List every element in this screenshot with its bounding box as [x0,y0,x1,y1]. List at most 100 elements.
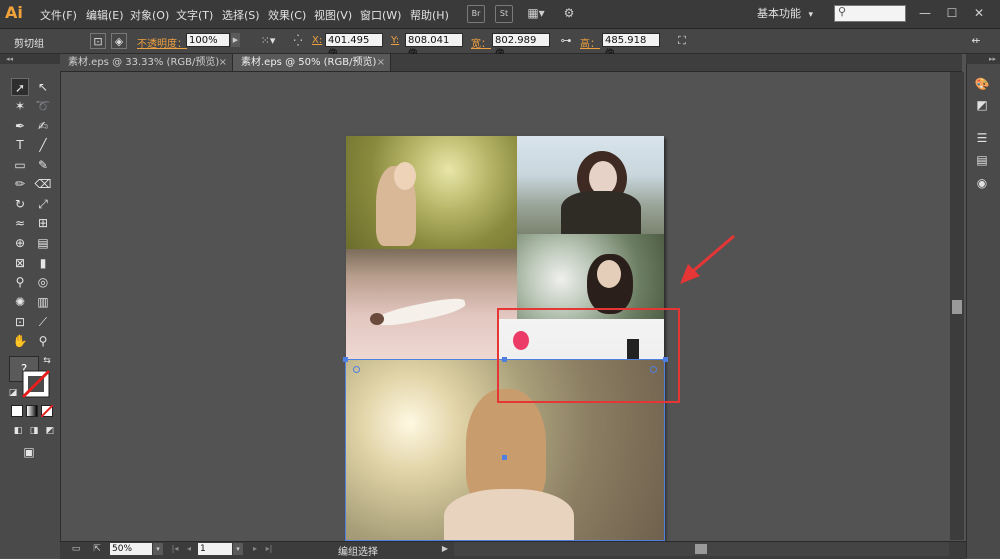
y-label[interactable]: Y: [391,35,399,46]
panel-dock-collapse[interactable]: ▸▸ [966,54,1000,64]
selection-tool-icon[interactable]: ➚ [11,78,29,96]
close-tab-icon[interactable]: × [219,54,227,71]
mesh-tool-icon[interactable]: ⊠ [11,254,29,272]
height-field[interactable]: 485.918 像 [602,33,660,60]
gpu-performance-icon[interactable]: ⚙ [560,5,578,21]
tab-document-50[interactable]: 素材.eps @ 50% (RGB/预览) × [233,54,391,71]
menu-help[interactable]: 帮助(H) [410,7,449,23]
width-label[interactable]: 宽： [471,35,491,50]
eraser-tool-icon[interactable]: ⌫ [34,175,52,193]
zoom-dropdown-icon[interactable]: ▾ [153,543,163,555]
perspective-grid-tool-icon[interactable]: ▤ [34,234,52,252]
first-artboard-button[interactable]: |◂ [170,543,180,555]
color-panel-icon[interactable]: 🎨 [973,76,991,92]
minimize-button[interactable]: — [914,4,936,22]
gradient-mode-icon[interactable] [26,405,38,417]
width-field[interactable]: 802.989 像 [492,33,550,60]
menu-type[interactable]: 文字(T) [176,7,213,23]
magic-wand-tool-icon[interactable]: ✶ [11,97,29,115]
menu-effect[interactable]: 效果(C) [268,7,306,23]
status-menu-button[interactable]: ▶ [440,543,450,555]
horizontal-scroll-thumb[interactable] [695,544,707,554]
y-field[interactable]: 808.041 像 [405,33,463,60]
panel-menu-icon[interactable]: ⇷ [968,33,984,49]
scale-tool-icon[interactable]: ⤢ [34,195,52,213]
transform-icon[interactable]: ⛶ [674,33,690,49]
prev-artboard-button[interactable]: ◂ [184,543,194,555]
menu-edit[interactable]: 编辑(E) [86,7,124,23]
search-input[interactable]: ⚲ [834,5,906,22]
screen-mode-icon[interactable]: ▣ [20,443,38,461]
reference-point-icon[interactable]: ⁙▾ [256,33,280,49]
rectangle-tool-icon[interactable]: ▭ [11,156,29,174]
close-tab-icon[interactable]: × [377,54,385,71]
bridge-icon[interactable]: Br [467,5,485,23]
paintbrush-tool-icon[interactable]: ✎ [34,156,52,174]
line-tool-icon[interactable]: ╱ [34,136,52,154]
warp-tool-icon[interactable]: ≈ [11,214,29,232]
swap-fill-stroke-icon[interactable]: ⇆ [38,352,56,370]
pen-tool-icon[interactable]: ✒ [11,117,29,135]
close-button[interactable]: ✕ [968,4,990,22]
edit-clipping-path-icon[interactable]: ⊡ [90,33,106,49]
maximize-button[interactable]: ☐ [941,4,963,22]
tab-document-33[interactable]: 素材.eps @ 33.33% (RGB/预览) × [60,54,233,71]
photo-girl-scarf[interactable] [517,136,664,234]
opacity-label[interactable]: 不透明度： [137,35,187,50]
edit-contents-icon[interactable]: ◈ [111,33,127,49]
opacity-field[interactable]: 100% [186,33,230,47]
zoom-field[interactable]: 50% [110,543,152,555]
x-field[interactable]: 401.495 像 [325,33,383,60]
free-transform-tool-icon[interactable]: ⊞ [34,214,52,232]
menu-view[interactable]: 视图(V) [314,7,352,23]
color-guide-icon[interactable]: ◩ [973,97,991,113]
artboard-field[interactable]: 1 [198,543,232,555]
stock-icon[interactable]: St [495,5,513,23]
stroke-swatch[interactable] [22,370,50,398]
lasso-tool-icon[interactable]: ➰ [34,97,52,115]
next-artboard-button[interactable]: ▸ [250,543,260,555]
draw-inside-icon[interactable]: ◩ [41,422,59,440]
blend-tool-icon[interactable]: ◎ [34,273,52,291]
none-mode-icon[interactable] [41,405,53,417]
photo-girl-trees[interactable] [346,136,517,249]
x-label[interactable]: X: [312,35,322,46]
gradient-tool-icon[interactable]: ▮ [34,254,52,272]
status-info-icon[interactable]: ▭ [68,543,84,555]
menu-select[interactable]: 选择(S) [222,7,260,23]
column-graph-tool-icon[interactable]: ▥ [34,293,52,311]
default-fill-stroke-icon[interactable]: ◪ [4,384,22,402]
tools-panel-collapse[interactable]: ◂◂ [0,54,60,64]
zoom-tool-icon[interactable]: ⚲ [34,332,52,350]
height-label[interactable]: 高： [580,35,600,50]
stroke-panel-icon[interactable]: ☰ [973,130,991,146]
vertical-scroll-thumb[interactable] [952,300,962,314]
eyedropper-tool-icon[interactable]: ⚲ [11,273,29,291]
type-tool-icon[interactable]: T [11,136,29,154]
constrain-proportions-icon[interactable]: ⊶ [558,33,574,49]
transparency-panel-icon[interactable]: ◉ [973,175,991,191]
arrange-documents-icon[interactable]: ▦▾ [526,5,546,21]
artboard-tool-icon[interactable]: ⊡ [11,313,29,331]
shape-builder-tool-icon[interactable]: ⊕ [11,234,29,252]
artboard-dropdown-icon[interactable]: ▾ [233,543,243,555]
color-mode-icon[interactable] [11,405,23,417]
opacity-dropdown-icon[interactable]: ▶ [231,33,240,47]
pencil-tool-icon[interactable]: ✏ [11,175,29,193]
menu-file[interactable]: 文件(F) [40,7,77,23]
photo-girl-lying[interactable] [346,249,517,359]
export-icon[interactable]: ⇱ [90,543,104,555]
symbol-sprayer-tool-icon[interactable]: ✺ [11,293,29,311]
rotate-tool-icon[interactable]: ↻ [11,195,29,213]
slice-tool-icon[interactable]: ⟋ [34,313,52,331]
curvature-tool-icon[interactable]: ✍ [34,117,52,135]
hand-tool-icon[interactable]: ✋ [11,332,29,350]
workspace-switcher[interactable]: 基本功能 ▾ [757,5,827,22]
align-grid-icon[interactable]: ⁛ [290,33,306,49]
direct-selection-tool-icon[interactable]: ↖ [34,78,52,96]
menu-object[interactable]: 对象(O) [130,7,169,23]
gradient-panel-icon[interactable]: ▤ [973,152,991,168]
resize-handle-top-left[interactable] [343,357,348,362]
menu-window[interactable]: 窗口(W) [360,7,401,23]
last-artboard-button[interactable]: ▸| [264,543,274,555]
